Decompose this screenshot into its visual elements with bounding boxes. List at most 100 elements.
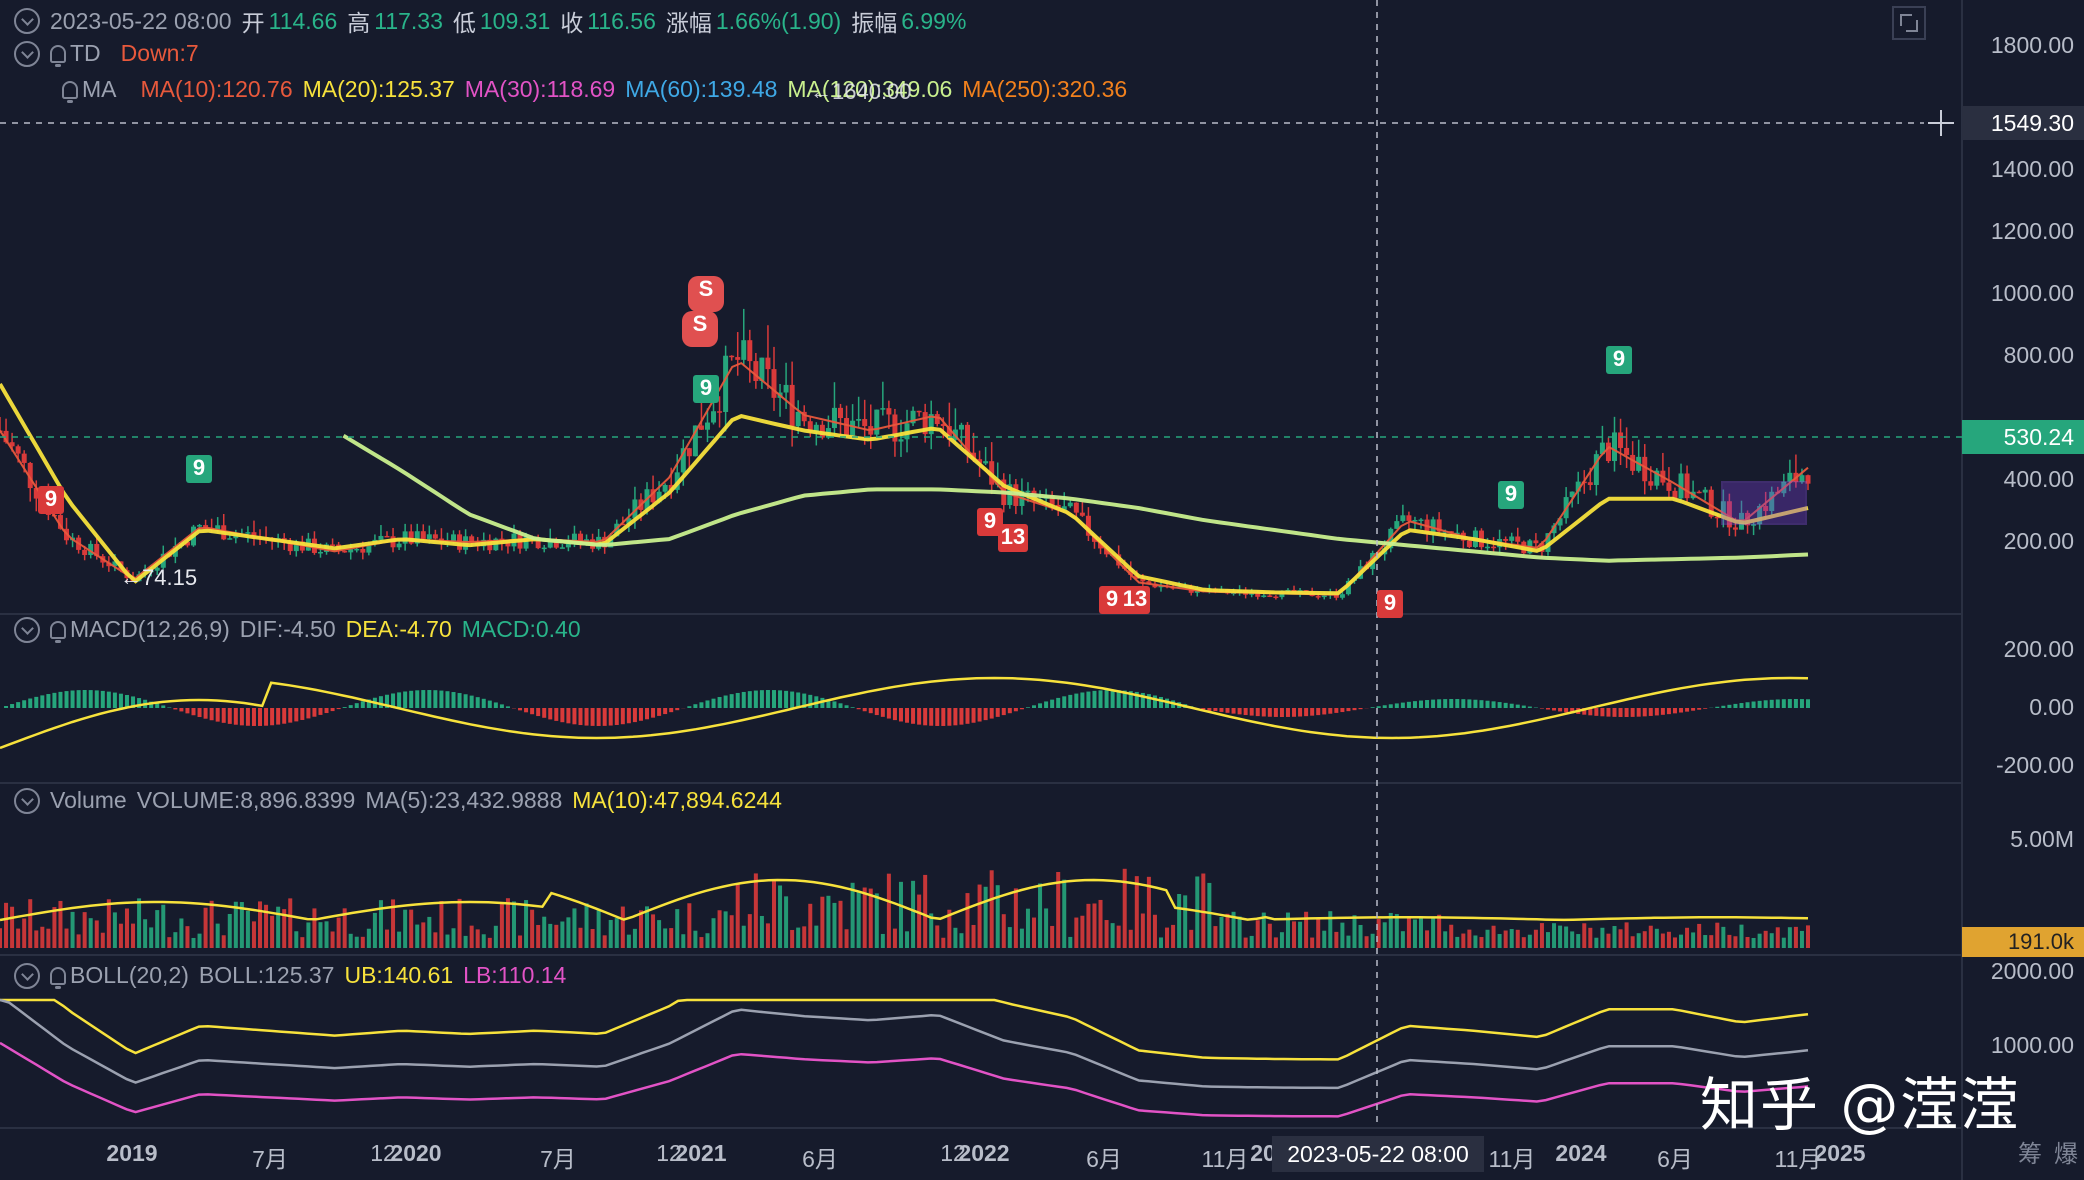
volume-bar [1431,916,1436,948]
macd-bar [1485,700,1490,708]
volume-bar [354,936,359,948]
volume-bar [1098,899,1103,948]
macd-bar [765,690,770,708]
volume-bar [832,902,837,948]
candle-body [850,420,856,436]
td-sell-tag: S [688,276,724,312]
candle-body [1702,489,1708,493]
macd-bar [989,708,994,719]
chip-distribution-button[interactable]: 筹 [2018,1134,2042,1169]
volume-bar [1183,895,1188,948]
volume-bar [626,934,631,948]
macd-bar [1080,692,1085,708]
macd-dea: DEA:-4.70 [345,616,452,642]
collapse-chevron-icon[interactable] [14,40,40,67]
volume-bar [1467,929,1472,948]
collapse-chevron-icon[interactable] [14,8,40,34]
macd-bar [771,690,776,708]
volume-bar [1412,919,1417,948]
volume-bar [1799,930,1804,948]
volume-bar [753,873,758,948]
macd-bar [880,708,885,717]
last-price-label: 530.24 [1962,420,2084,454]
macd-bar [572,708,577,725]
crosshair-add-icon[interactable] [1924,106,1958,140]
volume-bar [1001,914,1006,948]
macd-bar [965,708,970,724]
volume-bar [16,928,21,948]
macd-bar [874,708,879,716]
td-value: Down:7 [120,40,199,66]
volume-bar [463,935,468,948]
burst-button[interactable]: 爆 [2054,1134,2078,1169]
macd-bar [1787,699,1792,708]
candle-body [838,407,844,419]
macd-bar [342,707,347,708]
kline-chart-canvas[interactable] [0,0,2084,1180]
volume-bar [161,904,166,948]
volume-bar [1068,936,1073,948]
macd-bar [947,708,952,726]
macd-bar [52,692,57,708]
volume-bar [28,899,33,948]
macd-bar [1237,708,1242,715]
volume-bar [1207,882,1212,948]
macd-bar [1624,708,1629,717]
volume-bar [1080,915,1085,948]
volume-bar [1594,937,1599,948]
alert-bell-icon[interactable] [50,620,66,643]
macd-bar [469,695,474,708]
candle-body [686,448,692,457]
volume-bar [1527,934,1532,948]
candle-body [426,534,432,539]
macd-bar [1243,708,1248,716]
macd-bar [1757,700,1762,708]
volume-bar [898,881,903,948]
macd-bar [1273,708,1278,717]
crosshair-time-label: 2023-05-22 08:00 [1272,1136,1484,1172]
volume-bar [1249,935,1254,948]
volume-bar [1044,908,1049,948]
macd-bar [578,708,583,726]
macd-bar [941,708,946,726]
macd-bar [403,691,408,708]
volume-bar [1672,937,1677,948]
macd-bar [784,690,789,708]
volume-bar [505,898,510,948]
collapse-chevron-icon[interactable] [14,962,40,989]
macd-bar [1715,706,1720,708]
volume-bar [608,919,613,948]
macd-bar [1292,708,1297,717]
time-axis-label: 2019 [106,1140,158,1166]
volume-bar [856,891,861,948]
macd-bar [711,698,716,708]
macd-bar [886,708,891,719]
macd-bar [1497,702,1502,708]
macd-bar [759,690,764,708]
volume-bar [1455,936,1460,948]
alert-bell-icon[interactable] [62,80,78,103]
macd-bar [185,708,190,714]
volume-bar [167,937,172,948]
collapse-chevron-icon[interactable] [14,616,40,643]
volume-bar [542,916,547,948]
macd-bar [977,708,982,722]
candle-body [898,439,904,442]
alert-bell-icon[interactable] [50,44,66,67]
alert-bell-icon[interactable] [50,966,66,989]
volume-bar [10,906,15,948]
volume-bar [1322,930,1327,948]
volume-bar [197,933,202,948]
macd-bar [1594,708,1599,716]
volume-bar [1449,924,1454,948]
volume-bar [638,910,643,948]
macd-bar [1509,703,1514,708]
macd-bar [1431,699,1436,708]
macd-bar [1600,708,1605,717]
fullscreen-icon[interactable] [1892,6,1926,40]
collapse-chevron-icon[interactable] [14,787,40,814]
volume-bar [935,925,940,948]
price-axis-tick: 200.00 [2003,528,2074,554]
macd-bar [1449,699,1454,708]
time-axis-label: 2022 [958,1140,1010,1166]
